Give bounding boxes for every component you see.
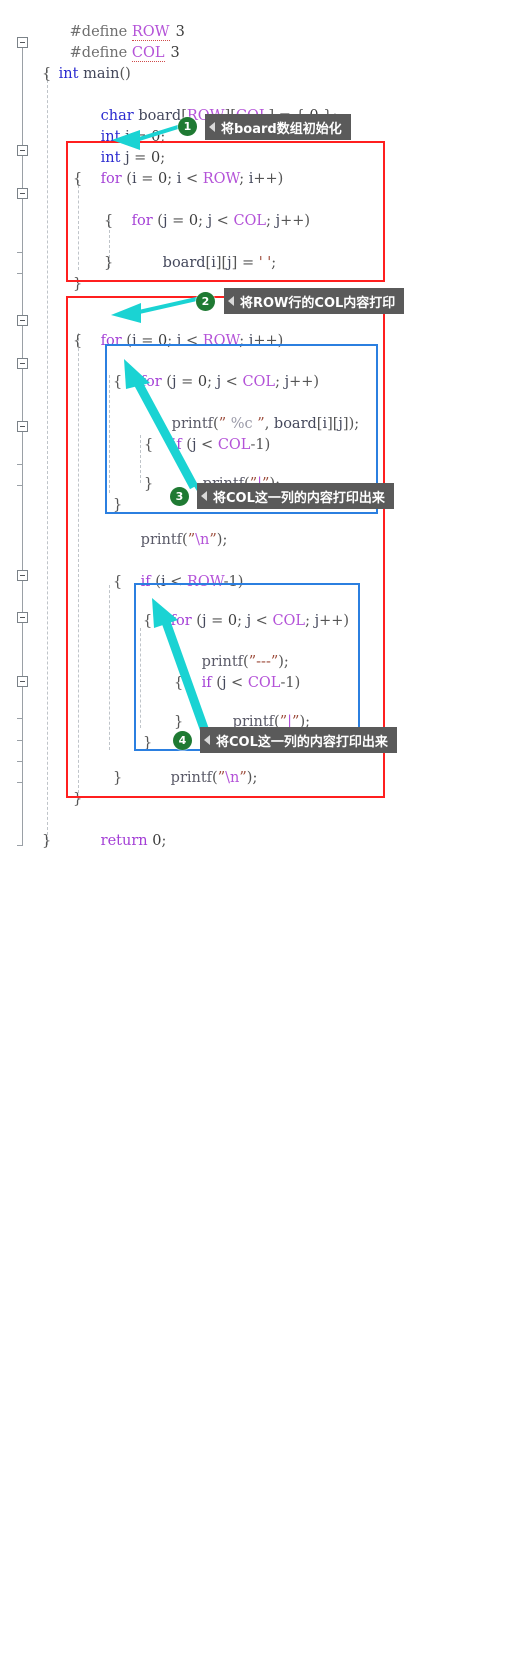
code-line-return: return 0; (100, 833, 167, 850)
callout-4: 将COL这一列的内容打印出来 (200, 727, 397, 753)
code-line-define-row: #define ROW 3 (42, 1, 185, 42)
callout-4-number: 4 (178, 734, 187, 747)
callout-1-number: 1 (183, 120, 192, 133)
callout-tail-icon (204, 735, 210, 745)
code-annotation-screenshot: #define ROW 3 #define COL 3 int main() { c… (0, 0, 520, 853)
code-line-main: int main() (58, 66, 131, 83)
code-line-open-main: { (42, 66, 52, 82)
callout-4-badge: 4 (173, 731, 192, 750)
callout-2-text: 将ROW行的COL内容打印 (240, 295, 396, 311)
arrow-2-to-print-loop (111, 296, 202, 323)
arrow-3-to-col-loop (124, 359, 202, 494)
token-macro-col: COL (131, 45, 165, 63)
callout-2: 将ROW行的COL内容打印 (224, 288, 405, 314)
callout-tail-icon (201, 491, 207, 501)
token-number: 3 (170, 45, 180, 62)
token-int: int (58, 66, 79, 83)
token-return: return (100, 833, 148, 850)
callout-3-number: 3 (175, 490, 184, 503)
callout-3-badge: 3 (170, 487, 189, 506)
code-line-board-decl: char board[ROW][COL] = { 0 }; (73, 85, 338, 124)
code-line-define-col: #define COL 3 (42, 22, 180, 63)
callout-1-badge: 1 (178, 117, 197, 136)
callout-4-text: 将COL这一列的内容打印出来 (216, 734, 388, 750)
callout-3-text: 将COL这一列的内容打印出来 (213, 490, 385, 506)
callout-1: 将board数组初始化 (205, 114, 351, 140)
callout-1-text: 将board数组初始化 (221, 121, 342, 137)
callout-tail-icon (228, 296, 234, 306)
token-main: main (83, 66, 120, 83)
callout-3: 将COL这一列的内容打印出来 (197, 483, 394, 509)
arrow-4-to-sep-loop (152, 598, 211, 736)
callout-tail-icon (209, 122, 215, 132)
callout-2-badge: 2 (196, 292, 215, 311)
code-line-close-main: } (42, 833, 52, 849)
init-loop-red-box (66, 141, 385, 282)
callout-2-number: 2 (201, 295, 210, 308)
